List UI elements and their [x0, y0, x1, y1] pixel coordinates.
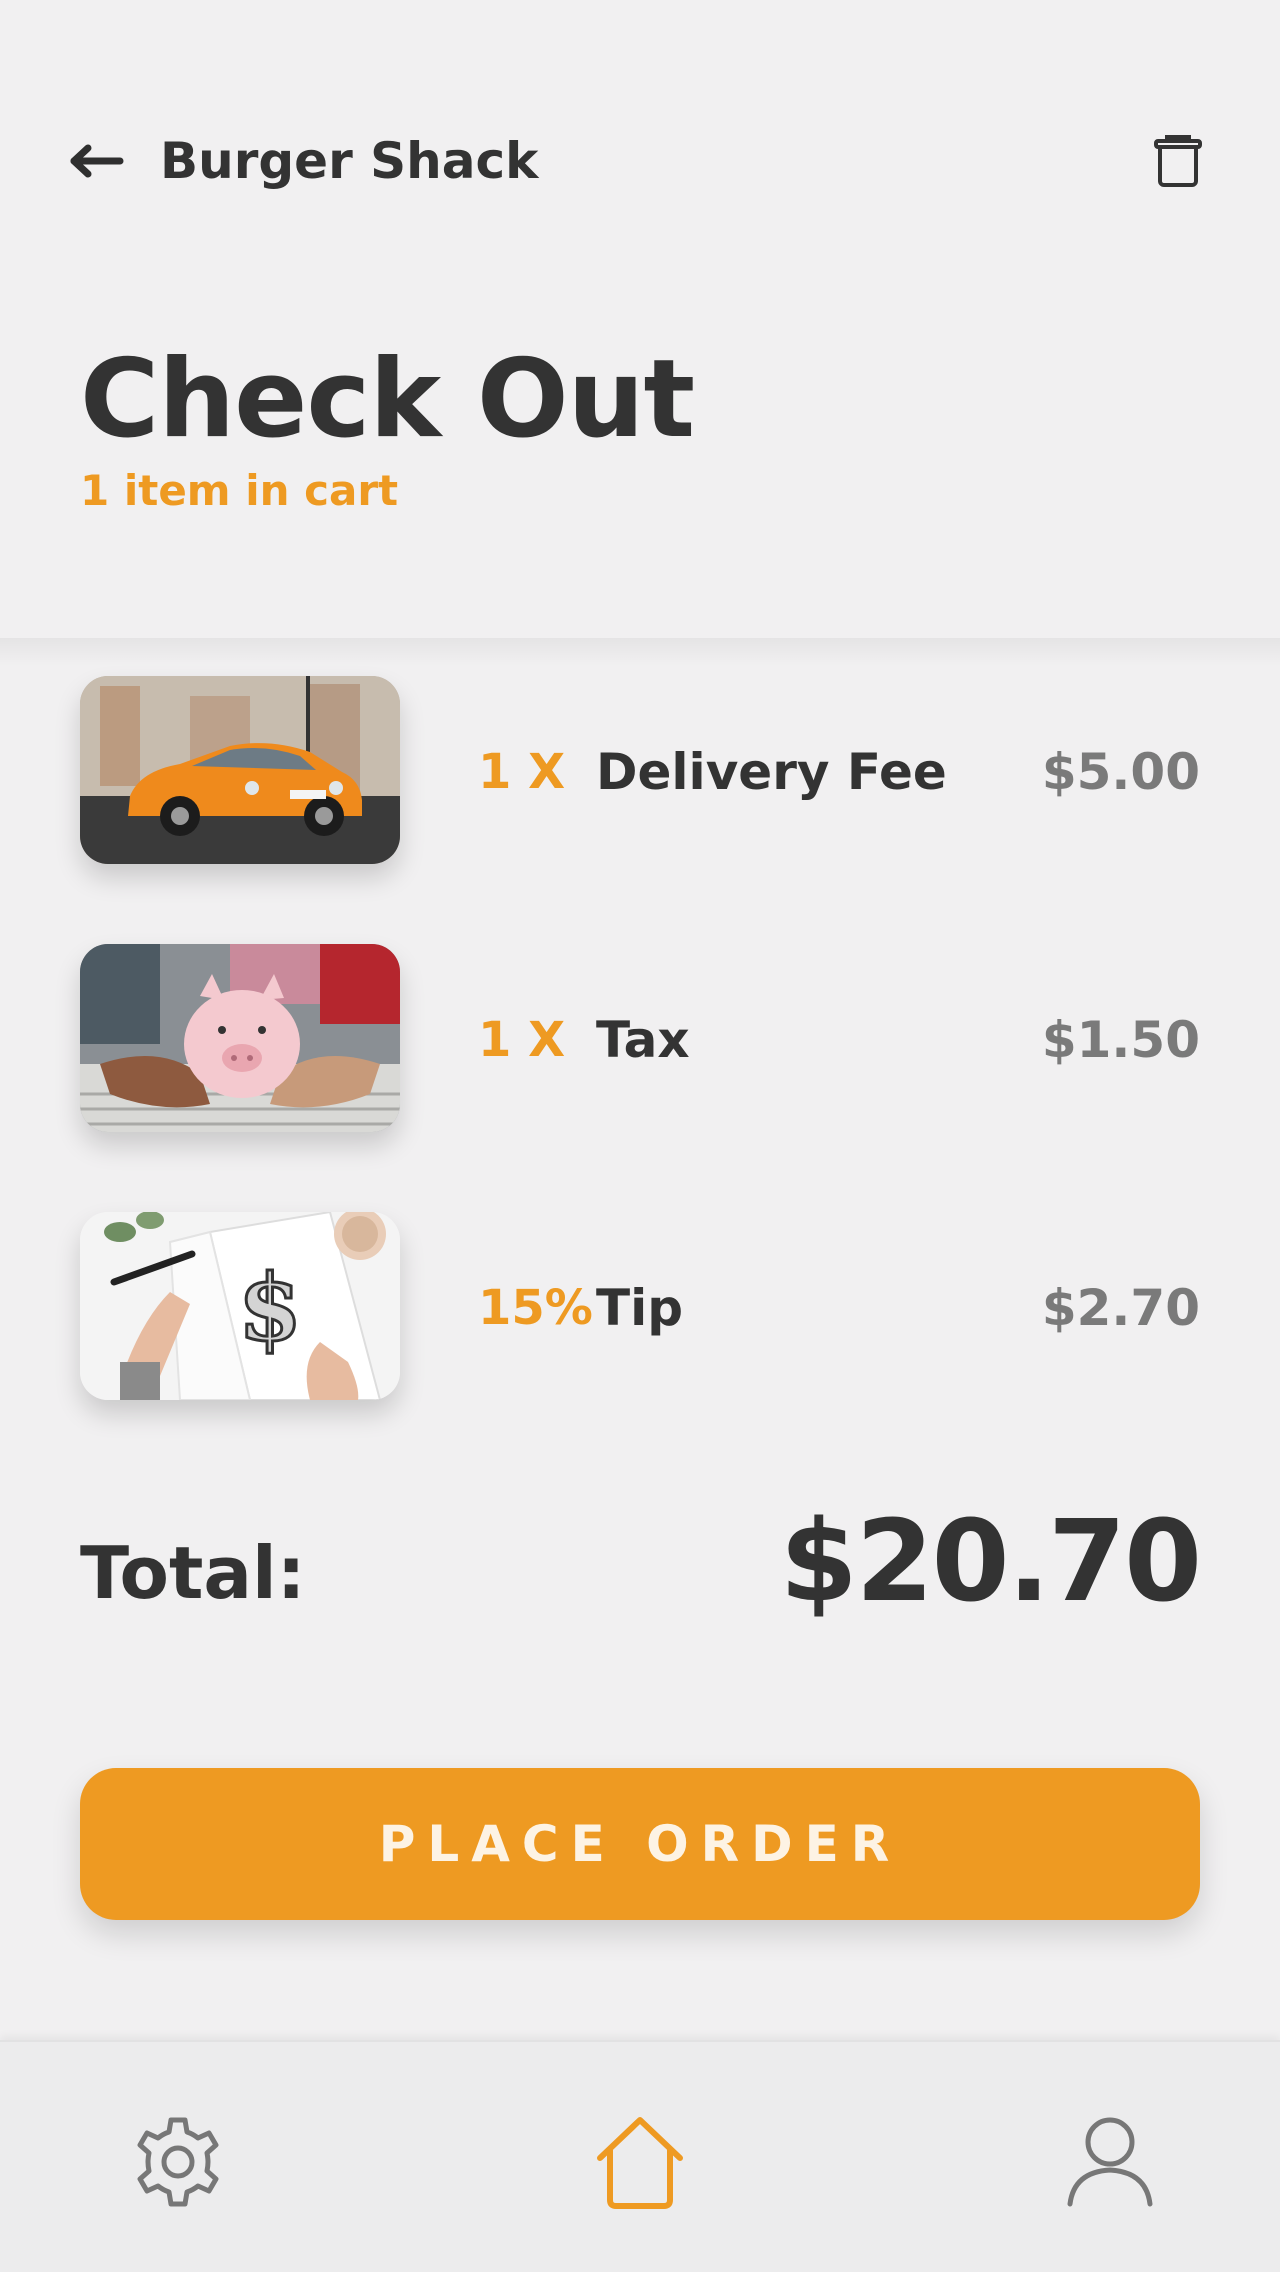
total-label: Total: [80, 1531, 306, 1615]
svg-text:$: $ [238, 1254, 302, 1362]
item-image-car [80, 676, 400, 864]
back-button[interactable] [70, 136, 130, 186]
bottom-nav [0, 2040, 1280, 2272]
item-name: Tax [596, 1011, 690, 1069]
nav-home[interactable] [590, 2112, 690, 2212]
page-title: Check Out [80, 337, 695, 462]
item-quantity: 1 X [478, 1012, 566, 1068]
nav-settings[interactable] [128, 2112, 228, 2212]
checkout-screen: Burger Shack Check Out 1 item in cart 1 … [0, 0, 1280, 2272]
place-order-button[interactable]: PLACE ORDER [80, 1768, 1200, 1920]
trash-icon [1154, 135, 1202, 187]
home-icon [597, 2117, 683, 2209]
item-tip-percent: 15% [478, 1280, 593, 1336]
item-price: $1.50 [1041, 1011, 1200, 1069]
gear-icon [137, 2117, 219, 2207]
total-value: $20.70 [779, 1497, 1202, 1627]
cart-count: 1 item in cart [80, 466, 399, 515]
title-block: Check Out 1 item in cart [80, 337, 695, 516]
restaurant-name: Burger Shack [160, 132, 539, 190]
cart-item-tip: $ 15% Tip $2.70 [0, 1212, 1280, 1480]
item-price: $5.00 [1041, 743, 1200, 801]
item-name: Delivery Fee [596, 743, 947, 801]
arrow-left-icon [70, 144, 124, 178]
cart-items-list: 1 X Delivery Fee $5.00 1 X Tax $1.50 $ 1… [0, 676, 1280, 1480]
header: Burger Shack [0, 0, 1280, 320]
user-icon [1067, 2117, 1153, 2207]
cart-item-tax: 1 X Tax $1.50 [0, 944, 1280, 1212]
item-image-piggy-bank [80, 944, 400, 1132]
item-image-dollar-drawing: $ [80, 1212, 400, 1400]
item-price: $2.70 [1041, 1279, 1200, 1337]
item-name: Tip [596, 1279, 684, 1337]
section-divider [0, 638, 1280, 666]
nav-profile[interactable] [1060, 2112, 1160, 2212]
clear-cart-button[interactable] [1148, 128, 1208, 192]
cart-item-delivery-fee: 1 X Delivery Fee $5.00 [0, 676, 1280, 944]
item-quantity: 1 X [478, 744, 566, 800]
